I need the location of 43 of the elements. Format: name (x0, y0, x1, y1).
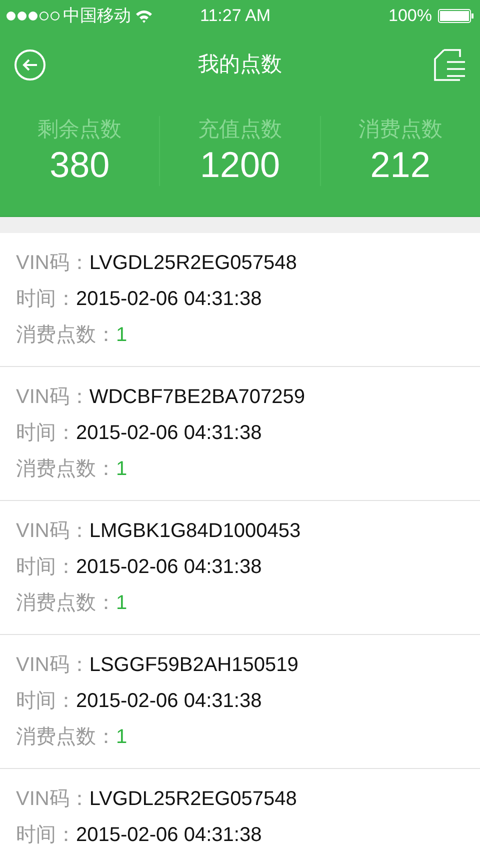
field-label: VIN码： (16, 385, 90, 410)
field-label: 时间： (16, 421, 76, 446)
field-value: 2015-02-06 04:31:38 (76, 555, 262, 580)
field-label: 时间： (16, 689, 76, 714)
field-value: LMGBK1G84D1000453 (89, 519, 301, 544)
field-label: 时间： (16, 823, 76, 848)
field-label: 消费点数： (16, 725, 116, 750)
stat-label: 剩余点数 (38, 117, 122, 143)
carrier-name: 中国移动 (63, 5, 131, 28)
field-label: 时间： (16, 555, 76, 580)
clock-time: 11:27 AM (200, 5, 271, 28)
wifi-icon (135, 9, 153, 23)
list-icon[interactable] (434, 49, 466, 81)
signal-icon (6, 10, 60, 22)
stat-value: 212 (370, 144, 430, 186)
field-value: LVGDL25R2EG057548 (89, 787, 297, 812)
stat-value: 1200 (200, 144, 280, 186)
field-label: 消费点数： (16, 591, 116, 616)
field-value: 2015-02-06 04:31:38 (76, 689, 262, 714)
stat-label: 消费点数 (358, 117, 442, 143)
battery-icon (438, 9, 474, 23)
field-label: 时间： (16, 287, 76, 312)
back-icon[interactable] (14, 49, 46, 81)
field-label: VIN码： (16, 251, 90, 276)
field-label: 消费点数： (16, 457, 116, 482)
field-value: WDCBF7BE2BA707259 (89, 385, 306, 410)
field-label: 消费点数： (16, 323, 116, 348)
field-value: 2015-02-06 04:31:38 (76, 823, 262, 848)
field-value: LVGDL25R2EG057548 (89, 251, 297, 276)
field-value: 1 (116, 457, 128, 482)
field-value: 2015-02-06 04:31:38 (76, 287, 262, 312)
field-label: VIN码： (16, 519, 90, 544)
stat-value: 380 (50, 144, 110, 186)
field-value: 1 (116, 323, 128, 348)
field-label: VIN码： (16, 787, 90, 812)
field-value: 2015-02-06 04:31:38 (76, 421, 262, 446)
stat-label: 充值点数 (198, 117, 282, 143)
battery-percent: 100% (388, 5, 432, 28)
page-title: 我的点数 (198, 52, 282, 78)
field-value: 1 (116, 725, 128, 750)
field-value: LSGGF59B2AH150519 (89, 653, 298, 678)
field-label: VIN码： (16, 653, 90, 678)
field-value: 1 (116, 591, 128, 616)
